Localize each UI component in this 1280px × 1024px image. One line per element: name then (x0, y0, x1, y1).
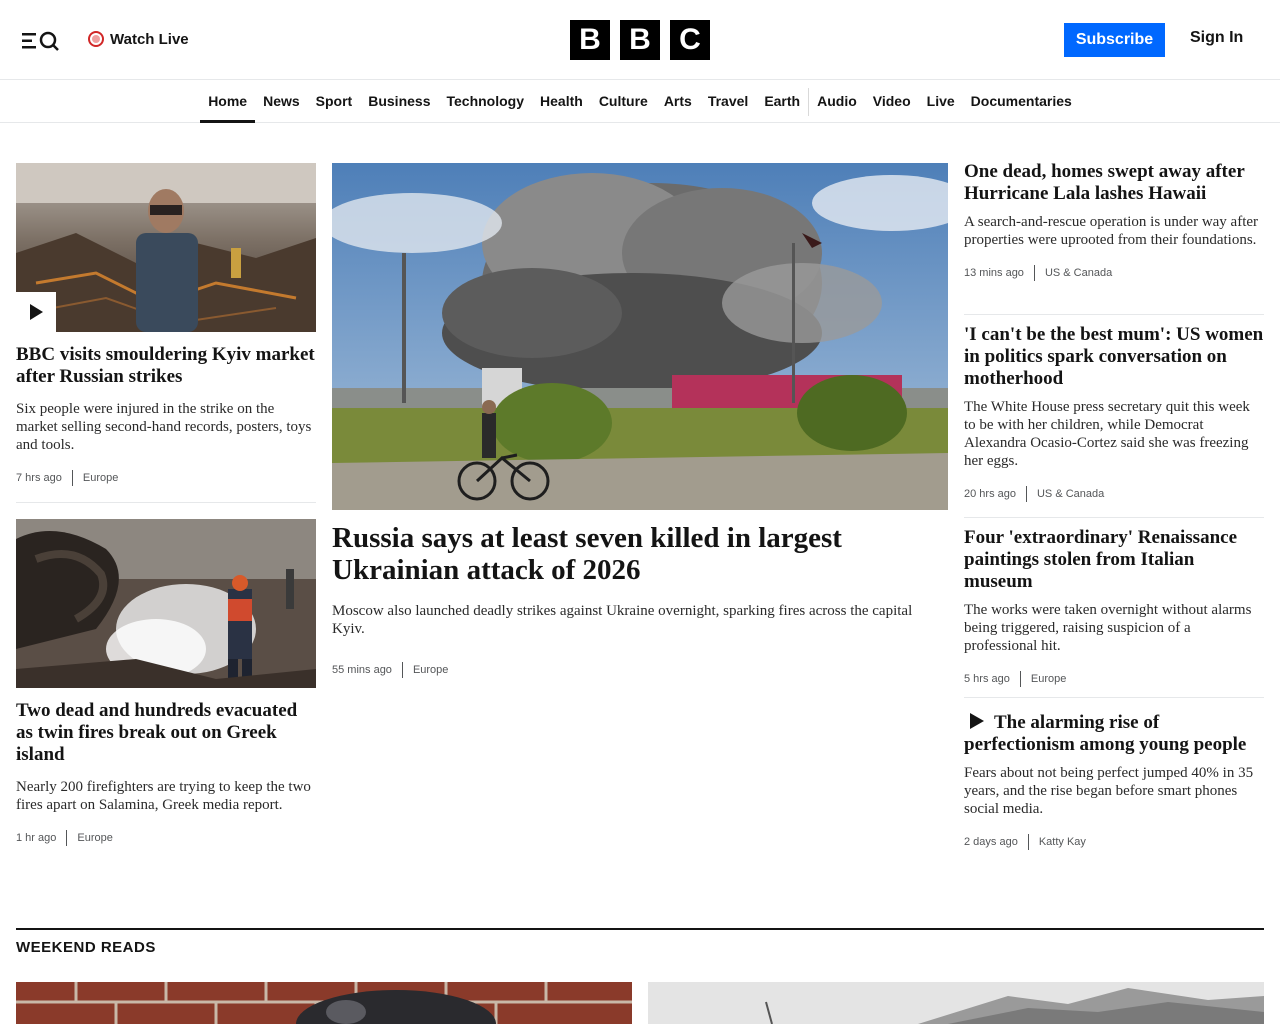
mountain-photo (648, 982, 1264, 1024)
card-divider (964, 697, 1264, 698)
nav-item-business[interactable]: Business (360, 81, 438, 123)
lead-story-headline[interactable]: Russia says at least seven killed in lar… (332, 522, 948, 586)
story-section[interactable]: US & Canada (1045, 267, 1112, 279)
nav-item-health[interactable]: Health (532, 81, 591, 123)
menu-search-icon (22, 31, 59, 51)
story-headline[interactable]: The alarming rise of perfectionism among… (964, 712, 1264, 756)
story-meta: 20 hrs ago US & Canada (964, 486, 1264, 502)
brick-wall-photo (16, 982, 632, 1024)
nav-item-earth[interactable]: Earth (756, 81, 808, 123)
bbc-logo[interactable]: B B C (570, 20, 710, 60)
story-card[interactable]: Four 'extraordinary' Renaissance paintin… (964, 527, 1264, 687)
card-divider (16, 502, 316, 503)
story-card[interactable]: 'I can't be the best mum': US women in p… (964, 324, 1264, 502)
story-summary: The works were taken overnight without a… (964, 602, 1252, 654)
nav-item-culture[interactable]: Culture (591, 81, 656, 123)
story-timestamp: 5 hrs ago (964, 673, 1010, 685)
story-headline[interactable]: BBC visits smouldering Kyiv market after… (16, 344, 316, 388)
story-timestamp: 7 hrs ago (16, 472, 62, 484)
watch-live-label: Watch Live (110, 30, 189, 48)
story-section[interactable]: Europe (83, 472, 118, 484)
story-card[interactable]: The alarming rise of perfectionism among… (964, 712, 1264, 850)
sign-in-link[interactable]: Sign In (1190, 29, 1243, 47)
nav-item-audio[interactable]: Audio (809, 81, 865, 123)
meta-separator (1019, 671, 1021, 687)
story-timestamp: 20 hrs ago (964, 488, 1016, 500)
lead-story-image[interactable] (332, 163, 948, 510)
story-headline[interactable]: Two dead and hundreds evacuated as twin … (16, 700, 316, 766)
play-icon (970, 713, 984, 729)
story-headline[interactable]: One dead, homes swept away after Hurrica… (964, 161, 1264, 205)
story-headline[interactable]: 'I can't be the best mum': US women in p… (964, 324, 1264, 390)
nav-item-video[interactable]: Video (865, 81, 919, 123)
story-meta: 2 days ago Katty Kay (964, 834, 1264, 850)
story-summary: Fears about not being perfect jumped 40%… (964, 765, 1254, 817)
meta-separator (401, 662, 403, 678)
lead-story-summary: Moscow also launched deadly strikes agai… (332, 603, 913, 637)
nav-item-news[interactable]: News (255, 81, 308, 123)
meta-separator (66, 830, 68, 846)
menu-search-button[interactable] (20, 28, 64, 54)
story-timestamp: 55 mins ago (332, 664, 392, 676)
story-meta: 55 mins ago Europe (332, 662, 948, 678)
story-card[interactable]: Two dead and hundreds evacuated as twin … (16, 519, 316, 846)
story-summary: A search-and-rescue operation is under w… (964, 214, 1259, 248)
story-card[interactable]: One dead, homes swept away after Hurrica… (964, 161, 1264, 281)
section-rule (16, 928, 1264, 930)
story-image[interactable] (16, 519, 316, 688)
story-section[interactable]: US & Canada (1037, 488, 1104, 500)
smoke-plume-photo (332, 163, 948, 510)
story-card[interactable]: BBC visits smouldering Kyiv market after… (16, 163, 316, 486)
meta-separator (1025, 486, 1027, 502)
story-summary: Nearly 200 firefighters are trying to ke… (16, 779, 311, 813)
story-timestamp: 1 hr ago (16, 832, 57, 844)
nav-item-arts[interactable]: Arts (656, 81, 700, 123)
meta-separator (1033, 265, 1035, 281)
play-button[interactable] (16, 292, 56, 332)
kyiv-market-photo (16, 163, 316, 332)
card-divider (964, 517, 1264, 518)
story-headline[interactable]: Four 'extraordinary' Renaissance paintin… (964, 527, 1264, 593)
nav-item-technology[interactable]: Technology (438, 81, 532, 123)
weekend-story-image[interactable] (648, 982, 1264, 1024)
story-timestamp: 2 days ago (964, 836, 1018, 848)
section-heading: WEEKEND READS (16, 939, 156, 956)
logo-letter: C (670, 20, 710, 60)
subscribe-button[interactable]: Subscribe (1064, 23, 1165, 57)
greek-fire-photo (16, 519, 316, 688)
story-meta: 7 hrs ago Europe (16, 470, 316, 486)
story-timestamp: 13 mins ago (964, 267, 1024, 279)
main-nav: Home News Sport Business Technology Heal… (0, 81, 1280, 123)
story-meta: 1 hr ago Europe (16, 830, 316, 846)
story-meta: 5 hrs ago Europe (964, 671, 1264, 687)
nav-item-live[interactable]: Live (919, 81, 963, 123)
lead-story-card[interactable]: Russia says at least seven killed in lar… (332, 163, 948, 678)
story-summary: The White House press secretary quit thi… (964, 399, 1250, 469)
story-section[interactable]: Europe (413, 664, 448, 676)
meta-separator (1027, 834, 1029, 850)
logo-letter: B (620, 20, 660, 60)
story-image[interactable] (16, 163, 316, 332)
watch-live-link[interactable]: Watch Live (88, 28, 189, 50)
logo-letter: B (570, 20, 610, 60)
story-headline-text: The alarming rise of perfectionism among… (964, 712, 1247, 755)
live-indicator-icon (88, 31, 104, 47)
story-summary: Six people were injured in the strike on… (16, 401, 312, 453)
card-divider (964, 314, 1264, 315)
nav-item-documentaries[interactable]: Documentaries (963, 81, 1080, 123)
nav-item-home[interactable]: Home (200, 81, 256, 123)
meta-separator (71, 470, 73, 486)
story-meta: 13 mins ago US & Canada (964, 265, 1264, 281)
weekend-story-image[interactable] (16, 982, 632, 1024)
story-section[interactable]: Europe (1031, 673, 1066, 685)
nav-item-travel[interactable]: Travel (700, 81, 756, 123)
top-bar: Watch Live B B C Subscribe Sign In (0, 0, 1280, 80)
nav-item-sport[interactable]: Sport (308, 81, 361, 123)
story-section[interactable]: Europe (77, 832, 112, 844)
story-author[interactable]: Katty Kay (1039, 836, 1086, 848)
play-icon (30, 304, 43, 320)
